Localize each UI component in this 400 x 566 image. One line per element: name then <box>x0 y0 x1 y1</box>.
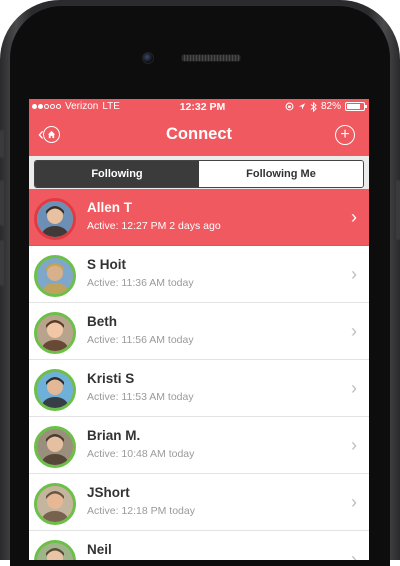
chevron-right-icon: › <box>351 549 357 560</box>
contact-activity: Active: 12:27 PM 2 days ago <box>87 220 221 232</box>
contact-activity: Active: 11:56 AM today <box>87 334 194 346</box>
add-button[interactable]: + <box>335 125 355 145</box>
avatar <box>34 255 76 297</box>
orientation-lock-icon <box>285 102 294 111</box>
app-screen: Verizon LTE 12:32 PM 82% ‹ Connect + Fol… <box>29 99 369 560</box>
avatar <box>34 198 76 240</box>
avatar <box>34 540 76 560</box>
page-title: Connect <box>166 125 232 143</box>
avatar <box>34 312 76 354</box>
plus-icon: + <box>340 126 350 143</box>
contact-row[interactable]: S Hoit Active: 11:36 AM today › <box>29 246 369 303</box>
contact-name: Beth <box>87 314 117 329</box>
chevron-right-icon: › <box>351 264 357 284</box>
power-button <box>396 180 400 240</box>
contact-activity: Active: 11:53 AM today <box>87 391 194 403</box>
battery-icon <box>344 102 367 111</box>
signal-strength-icon <box>32 104 61 109</box>
status-bar: Verizon LTE 12:32 PM 82% <box>29 99 369 114</box>
chevron-right-icon: › <box>351 207 357 227</box>
chevron-right-icon: › <box>351 321 357 341</box>
contact-activity: Active: 11:36 AM today <box>87 277 194 289</box>
volume-up-button <box>0 180 4 226</box>
battery-percent: 82% <box>320 101 341 112</box>
contact-row[interactable]: Neil › <box>29 531 369 560</box>
earpiece-speaker <box>181 54 241 62</box>
contact-name: Allen T <box>87 200 133 215</box>
chevron-right-icon: › <box>351 492 357 512</box>
contact-activity: Active: 12:18 PM today <box>87 505 195 517</box>
nav-bar: ‹ Connect + <box>29 114 369 156</box>
segment-container: Following Following Me <box>29 156 369 189</box>
chevron-right-icon: › <box>351 435 357 455</box>
avatar <box>34 426 76 468</box>
contact-row[interactable]: Kristi S Active: 11:53 AM today › <box>29 360 369 417</box>
bluetooth-icon <box>310 101 317 112</box>
contact-row[interactable]: Beth Active: 11:56 AM today › <box>29 303 369 360</box>
network-label: LTE <box>102 101 120 112</box>
avatar <box>34 483 76 525</box>
contact-name: Kristi S <box>87 371 135 386</box>
segmented-control: Following Following Me <box>34 160 364 188</box>
front-camera <box>142 52 154 64</box>
contact-row[interactable]: Allen T Active: 12:27 PM 2 days ago › <box>29 189 369 246</box>
contact-row[interactable]: Brian M. Active: 10:48 AM today › <box>29 417 369 474</box>
phone-frame: Verizon LTE 12:32 PM 82% ‹ Connect + Fol… <box>0 0 400 566</box>
contact-activity: Active: 10:48 AM today <box>87 448 195 460</box>
volume-down-button <box>0 240 4 286</box>
chevron-right-icon: › <box>351 378 357 398</box>
contact-name: JShort <box>87 485 130 500</box>
status-time: 12:32 PM <box>179 100 226 113</box>
location-icon <box>298 103 306 110</box>
tab-following-me[interactable]: Following Me <box>199 161 363 187</box>
contact-name: S Hoit <box>87 257 126 272</box>
contact-name: Brian M. <box>87 428 141 443</box>
contact-name: Neil <box>87 542 112 557</box>
contact-list: Allen T Active: 12:27 PM 2 days ago › S … <box>29 189 369 560</box>
mute-switch <box>0 130 4 158</box>
carrier-label: Verizon <box>65 101 99 112</box>
tab-following[interactable]: Following <box>35 161 199 187</box>
avatar <box>34 369 76 411</box>
contact-row[interactable]: JShort Active: 12:18 PM today › <box>29 474 369 531</box>
